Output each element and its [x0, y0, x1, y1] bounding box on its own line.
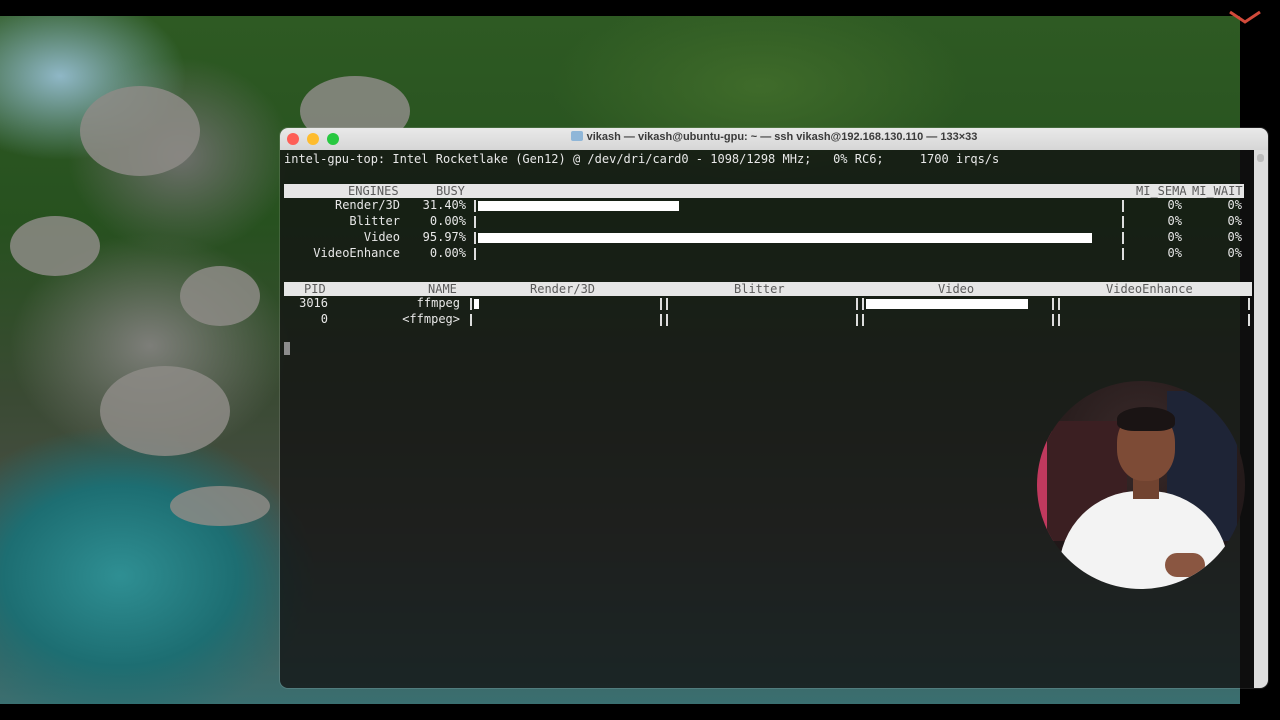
bar-end-pipe	[1122, 200, 1124, 212]
client-bar-end-pipe	[660, 298, 662, 310]
client-row: 3016 ffmpeg	[284, 296, 1252, 312]
wallpaper-rock	[80, 86, 200, 176]
clients-header: PID NAME Render/3D Blitter Video VideoEn…	[284, 282, 1252, 296]
engine-name: Video	[363, 230, 400, 244]
engine-mi-sema: 0%	[1167, 198, 1182, 212]
engines-header-mi-wait: MI_WAIT	[1192, 184, 1243, 198]
client-pid: 0	[320, 312, 328, 326]
engine-busy: 31.40%	[422, 198, 466, 212]
engine-row: Render/3D 31.40% 0% 0%	[284, 198, 1244, 214]
engine-busy: 0.00%	[429, 246, 466, 260]
engine-row: Blitter 0.00% 0% 0%	[284, 214, 1244, 230]
engine-mi-sema: 0%	[1167, 230, 1182, 244]
webcam-person-hair	[1117, 407, 1175, 431]
client-bar-end-pipe	[1248, 298, 1250, 310]
engine-mi-wait: 0%	[1227, 214, 1242, 228]
text-cursor	[284, 342, 290, 355]
client-bar-end-pipe	[1052, 314, 1054, 326]
clients-header-videoenhance: VideoEnhance	[1106, 282, 1193, 296]
bar-end-pipe	[1122, 216, 1124, 228]
client-video-bar	[866, 299, 1028, 309]
engines-header-mi-sema: MI_SEMA	[1136, 184, 1187, 198]
engine-row: Video 95.97% 0% 0%	[284, 230, 1244, 246]
client-bar-start-pipe	[470, 298, 472, 310]
client-render-bar	[474, 299, 479, 309]
scrollbar-thumb[interactable]	[1257, 154, 1264, 162]
engine-mi-wait: 0%	[1227, 246, 1242, 260]
bar-start-pipe	[474, 216, 476, 228]
client-bar-end-pipe	[856, 314, 858, 326]
client-bar-end-pipe	[856, 298, 858, 310]
window-title-text: vikash — vikash@ubuntu-gpu: ~ — ssh vika…	[586, 131, 978, 143]
wallpaper-rock	[180, 266, 260, 326]
client-bar-end-pipe	[1052, 298, 1054, 310]
bar-start-pipe	[474, 248, 476, 260]
client-bar-start-pipe	[862, 314, 864, 326]
gpu-summary-line: intel-gpu-top: Intel Rocketlake (Gen12) …	[284, 152, 1000, 166]
engine-name: Blitter	[349, 214, 400, 228]
bar-start-pipe	[474, 200, 476, 212]
engine-busy-bar	[478, 233, 1092, 243]
engines-header-busy: BUSY	[436, 184, 465, 198]
clients-header-pid: PID	[304, 282, 326, 296]
client-bar-start-pipe	[862, 298, 864, 310]
engine-name: VideoEnhance	[313, 246, 400, 260]
wallpaper-rock	[100, 366, 230, 456]
engines-header: ENGINES BUSY MI_SEMA MI_WAIT	[284, 184, 1244, 198]
folder-icon	[570, 131, 583, 141]
window-title: vikash — vikash@ubuntu-gpu: ~ — ssh vika…	[280, 131, 1268, 143]
wallpaper-rock	[10, 216, 100, 276]
scrollbar[interactable]	[1254, 150, 1268, 688]
clients-header-name: NAME	[428, 282, 457, 296]
engines-header-engines: ENGINES	[348, 184, 399, 198]
bar-end-pipe	[1122, 248, 1124, 260]
engine-mi-sema: 0%	[1167, 214, 1182, 228]
client-bar-start-pipe	[1058, 298, 1060, 310]
engine-mi-wait: 0%	[1227, 198, 1242, 212]
title-bar[interactable]: vikash — vikash@ubuntu-gpu: ~ — ssh vika…	[280, 128, 1268, 150]
client-bar-end-pipe	[1248, 314, 1250, 326]
clients-header-video: Video	[938, 282, 975, 296]
engine-busy: 0.00%	[429, 214, 466, 228]
client-bar-start-pipe	[1058, 314, 1060, 326]
engine-mi-sema: 0%	[1167, 246, 1182, 260]
engine-name: Render/3D	[334, 198, 400, 212]
wallpaper-rock	[170, 486, 270, 526]
engine-mi-wait: 0%	[1227, 230, 1242, 244]
client-bar-start-pipe	[666, 298, 668, 310]
chevron-down-icon	[1229, 10, 1261, 24]
webcam-person-hand	[1165, 553, 1205, 577]
client-name: ffmpeg	[416, 296, 460, 310]
client-bar-end-pipe	[660, 314, 662, 326]
engine-row: VideoEnhance 0.00% 0% 0%	[284, 246, 1244, 262]
bar-start-pipe	[474, 232, 476, 244]
client-row: 0 <ffmpeg>	[284, 312, 1252, 328]
engine-busy-bar	[478, 201, 679, 211]
bar-end-pipe	[1122, 232, 1124, 244]
client-name: <ffmpeg>	[402, 312, 460, 326]
client-bar-start-pipe	[470, 314, 472, 326]
webcam-overlay	[1037, 381, 1245, 589]
client-bar-start-pipe	[666, 314, 668, 326]
clients-header-blitter: Blitter	[734, 282, 785, 296]
clients-header-render: Render/3D	[530, 282, 596, 296]
client-pid: 3016	[299, 296, 328, 310]
engine-busy: 95.97%	[422, 230, 466, 244]
